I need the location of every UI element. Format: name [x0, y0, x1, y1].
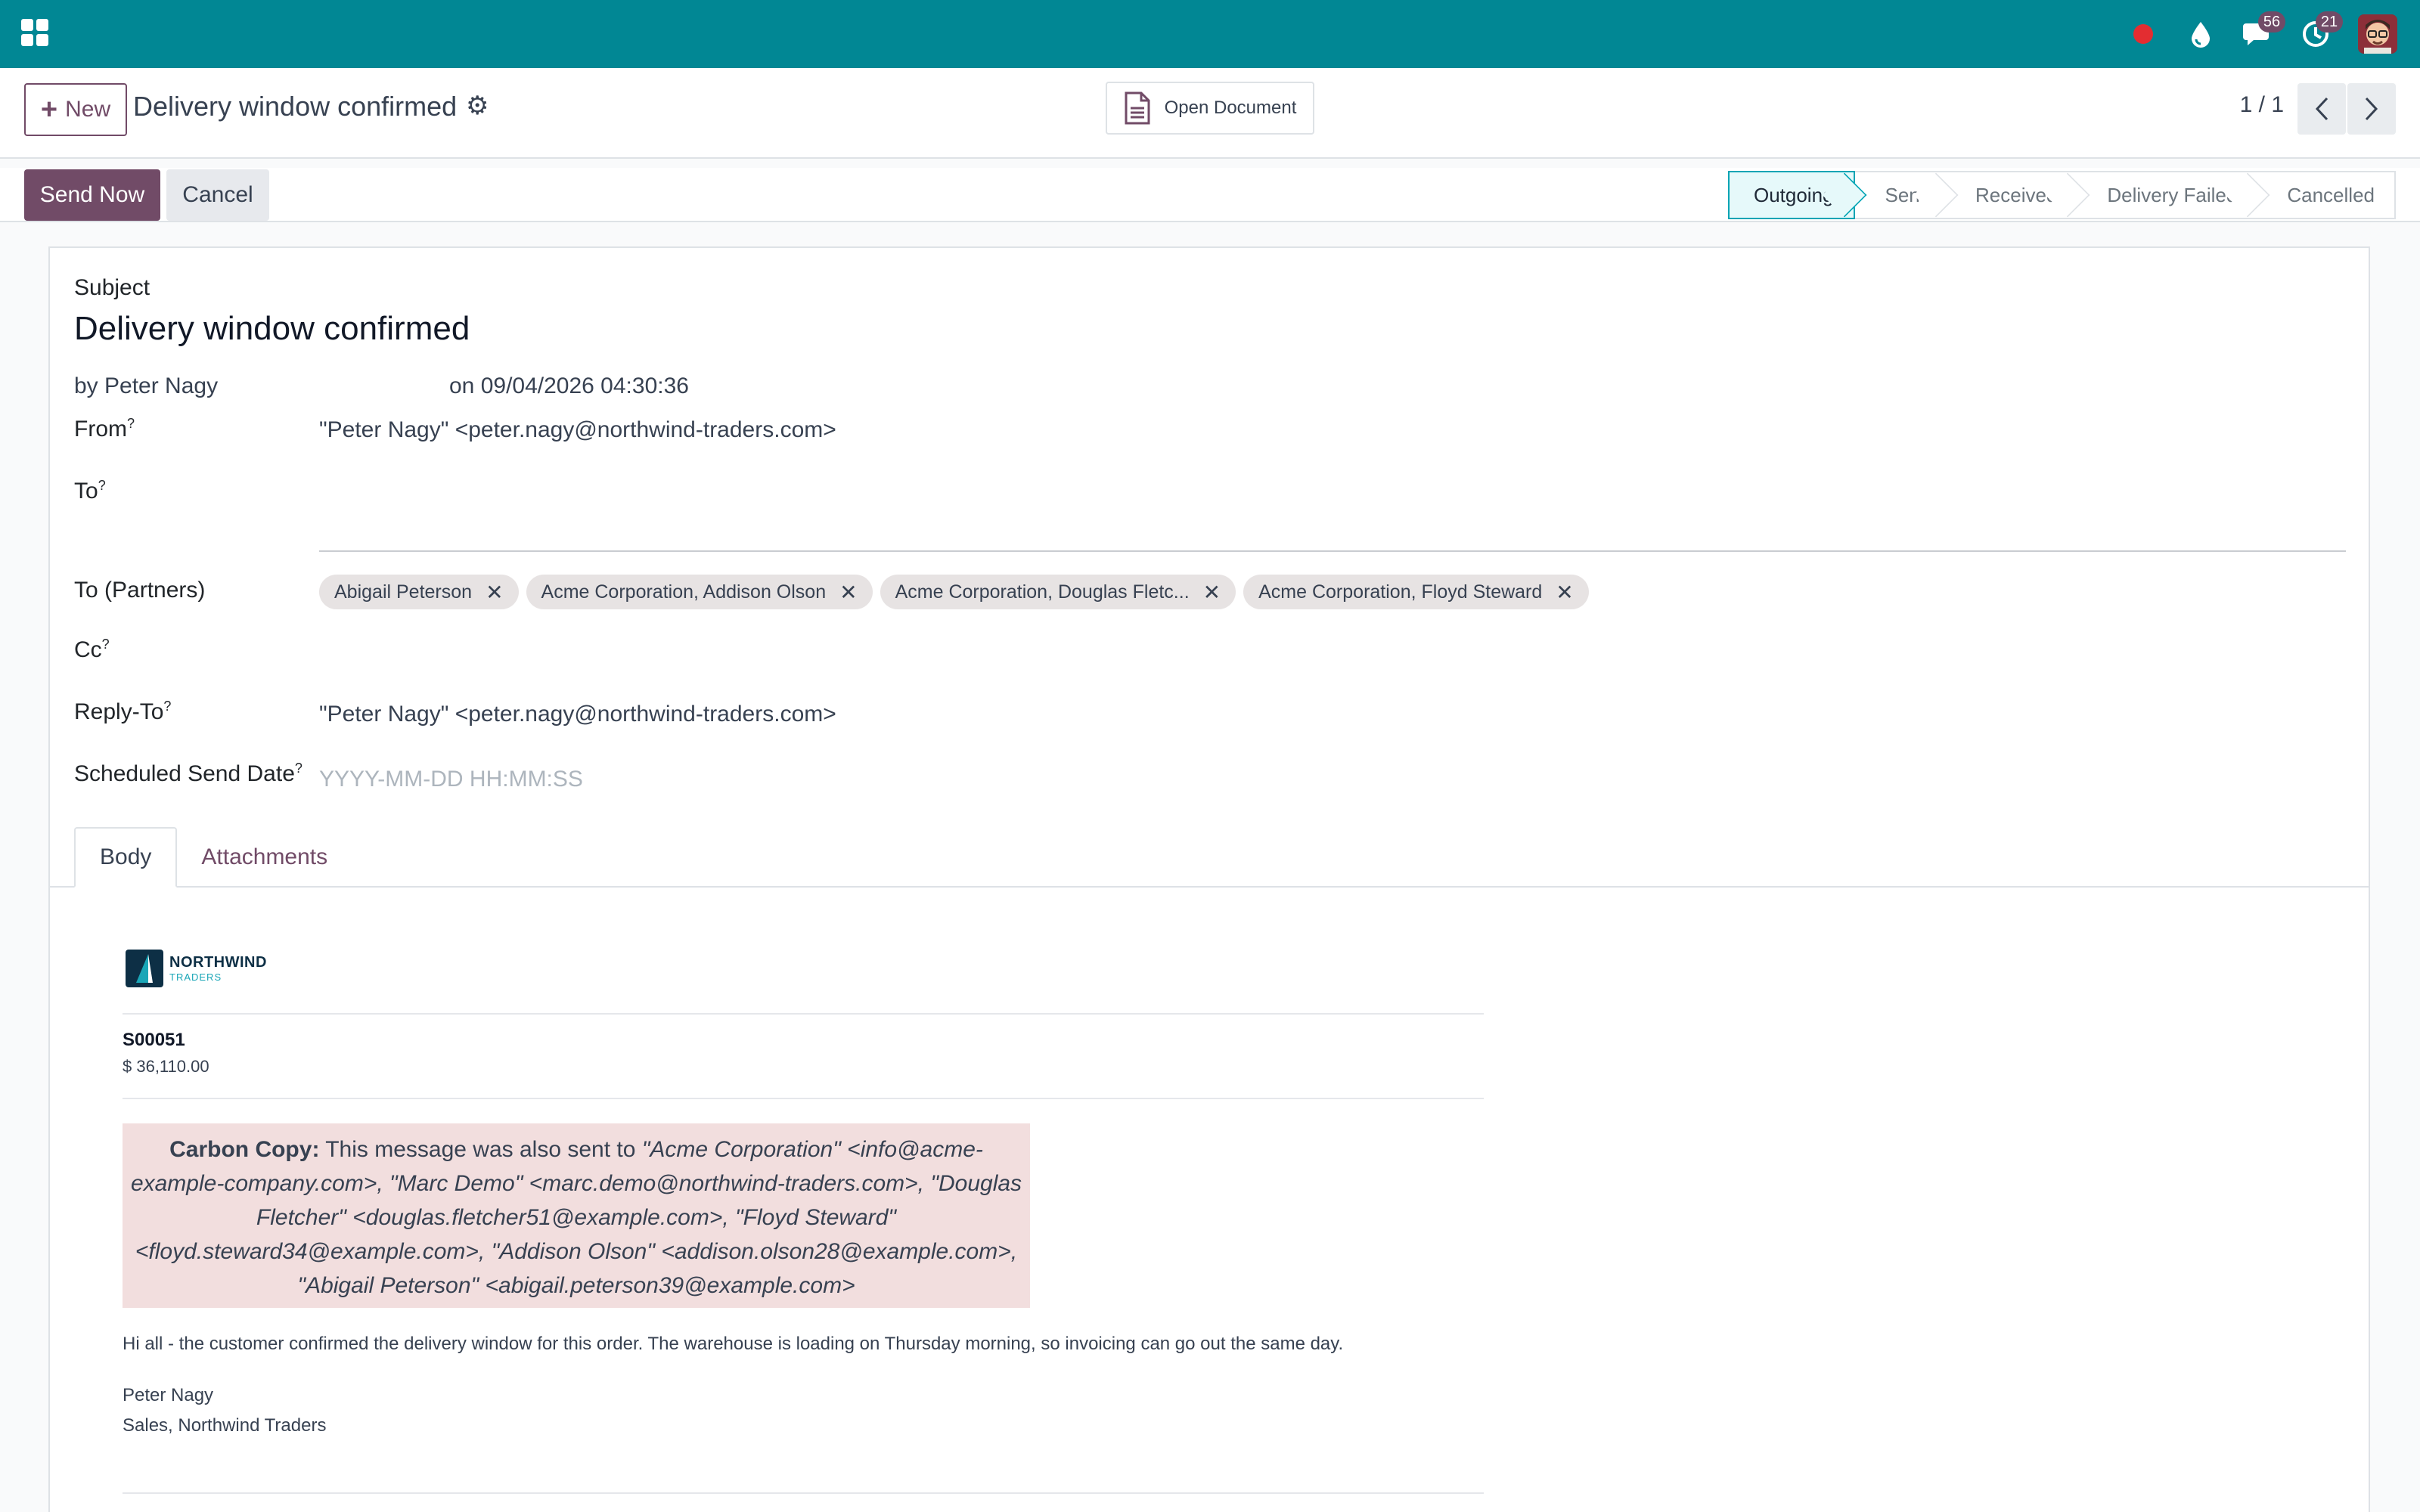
tab-body[interactable]: Body	[74, 827, 178, 888]
cc-heading: Carbon Copy:	[169, 1137, 320, 1162]
navbar-systray: 56 21	[2128, 0, 2397, 68]
partner-tag-label: Acme Corporation, Addison Olson	[541, 581, 827, 603]
status-stages: Outgoing Sent Received Delivery Failed C…	[1727, 171, 2396, 219]
author-text: by Peter Nagy	[74, 373, 219, 398]
partner-tag: Acme Corporation, Douglas Fletc... ✕	[880, 575, 1236, 609]
reply-to-field[interactable]: "Peter Nagy" <peter.nagy@northwind-trade…	[319, 702, 836, 727]
to-label-text: To	[74, 479, 98, 503]
subject-label: Subject	[74, 275, 150, 300]
cc-intro: This message was also sent to	[325, 1137, 636, 1162]
apps-menu-icon[interactable]	[21, 19, 48, 46]
order-reference: S00051	[123, 1030, 185, 1050]
form-statusbar: Send Now Cancel Outgoing Sent Received D…	[0, 168, 2420, 222]
from-label-text: From	[74, 417, 127, 442]
remove-tag-icon[interactable]: ✕	[1203, 580, 1221, 605]
activity-clock-icon[interactable]: 21	[2301, 11, 2343, 49]
activity-count-badge: 21	[2316, 11, 2343, 33]
droplet-icon[interactable]	[2186, 19, 2216, 49]
signature-title: Sales, Northwind Traders	[123, 1415, 327, 1436]
to-partners-label: To (Partners)	[74, 578, 206, 603]
stage-outgoing[interactable]: Outgoing	[1727, 171, 1866, 219]
pager-previous-button[interactable]	[2297, 83, 2346, 135]
help-icon[interactable]: ?	[102, 637, 110, 652]
order-amount: $ 36,110.00	[123, 1057, 209, 1076]
pager-value[interactable]: 1 / 1	[2240, 92, 2284, 118]
chat-messages-icon[interactable]: 56	[2243, 11, 2285, 49]
stage-label: Delivery Failed	[2107, 183, 2238, 206]
partner-tag: Abigail Peterson ✕	[319, 575, 519, 609]
company-logo: NORTHWIND TRADERS	[126, 950, 267, 987]
reply-to-label-text: Reply-To	[74, 699, 164, 724]
gear-icon[interactable]: ⚙	[466, 91, 489, 121]
to-label: To?	[74, 478, 106, 504]
chat-count-badge: 56	[2258, 11, 2285, 33]
reply-to-label: Reply-To?	[74, 699, 171, 725]
logo-subtitle: TRADERS	[169, 971, 222, 983]
chevron-right-icon	[2365, 97, 2378, 121]
date-text: on 09/04/2026 04:30:36	[449, 373, 689, 398]
scheduled-label-text: Scheduled Send Date	[74, 761, 295, 786]
help-icon[interactable]: ?	[127, 416, 135, 431]
partner-tag-label: Acme Corporation, Floyd Steward	[1258, 581, 1543, 603]
breadcrumb-record-title: Delivery window confirmed	[133, 91, 458, 122]
partner-tag-label: Acme Corporation, Douglas Fletc...	[895, 581, 1190, 603]
remove-tag-icon[interactable]: ✕	[1556, 580, 1573, 605]
email-message: Hi all - the customer confirmed the deli…	[123, 1334, 1344, 1354]
new-button-label: New	[65, 97, 111, 122]
partner-tag: Acme Corporation, Addison Olson ✕	[526, 575, 873, 609]
send-now-button[interactable]: Send Now	[24, 169, 160, 221]
help-icon[interactable]: ?	[295, 761, 302, 776]
subject-field[interactable]: Delivery window confirmed	[74, 310, 470, 348]
cancel-button[interactable]: Cancel	[166, 169, 269, 221]
stage-delivery-failed[interactable]: Delivery Failed	[2077, 171, 2270, 219]
scheduled-send-date-label: Scheduled Send Date?	[74, 761, 302, 787]
carbon-copy-notice: Carbon Copy: This message was also sent …	[123, 1123, 1030, 1308]
form-sheet: Subject Delivery window confirmed by Pet…	[48, 246, 2370, 1512]
stage-sent[interactable]: Sent	[1854, 171, 1959, 219]
top-navbar: 56 21	[0, 0, 2420, 68]
divider	[123, 1098, 1484, 1099]
logo-mark-icon	[126, 950, 163, 987]
from-label: From?	[74, 416, 135, 442]
help-icon[interactable]: ?	[98, 478, 106, 493]
user-avatar[interactable]	[2358, 14, 2397, 54]
chevron-left-icon	[2315, 97, 2328, 121]
control-panel: + New Delivery window confirmed ⚙ Open D…	[0, 68, 2420, 159]
plus-icon: +	[40, 94, 58, 125]
scheduled-send-date-input[interactable]: YYYY-MM-DD HH:MM:SS	[319, 767, 583, 792]
open-document-label: Open Document	[1164, 98, 1297, 118]
open-document-button[interactable]: Open Document	[1106, 82, 1314, 135]
stage-received[interactable]: Received	[1945, 171, 2090, 219]
divider	[123, 1492, 1484, 1494]
partner-tag: Acme Corporation, Floyd Steward ✕	[1243, 575, 1589, 609]
cc-label: Cc?	[74, 637, 110, 663]
new-button[interactable]: + New	[24, 83, 127, 136]
recording-indicator-icon[interactable]	[2128, 19, 2158, 49]
notebook-tabs: Body Attachments	[74, 827, 352, 888]
logo-name: NORTHWIND	[169, 954, 267, 971]
pager-next-button[interactable]	[2347, 83, 2396, 135]
to-field[interactable]	[319, 550, 2346, 552]
signature-name: Peter Nagy	[123, 1385, 214, 1405]
remove-tag-icon[interactable]: ✕	[486, 580, 503, 605]
tabs-divider	[50, 886, 2369, 888]
partner-tag-label: Abigail Peterson	[334, 581, 473, 603]
help-icon[interactable]: ?	[163, 699, 171, 714]
tab-attachments[interactable]: Attachments	[177, 827, 352, 888]
stage-label: Cancelled	[2287, 183, 2375, 206]
stage-cancelled[interactable]: Cancelled	[2257, 171, 2396, 219]
from-field[interactable]: "Peter Nagy" <peter.nagy@northwind-trade…	[319, 417, 836, 443]
cc-label-text: Cc	[74, 637, 102, 662]
divider	[123, 1013, 1484, 1015]
partners-tags: Abigail Peterson ✕ Acme Corporation, Addi…	[319, 575, 1589, 609]
remove-tag-icon[interactable]: ✕	[839, 580, 857, 605]
document-icon	[1125, 91, 1150, 125]
